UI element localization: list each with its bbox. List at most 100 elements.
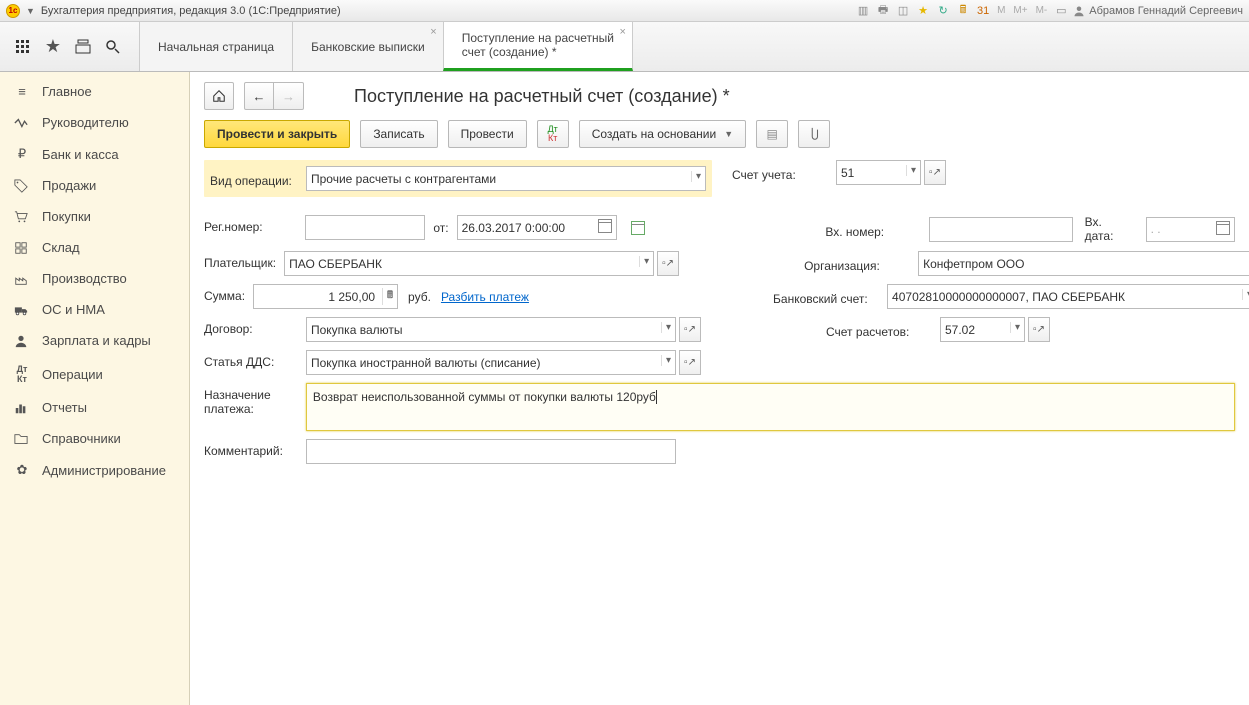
create-based-on-button[interactable]: Создать на основании▼ (579, 120, 746, 148)
org-combo[interactable]: Конфетпром ООО (918, 251, 1249, 276)
dtkt-button[interactable]: ДтКт (537, 120, 569, 148)
in-num-input[interactable] (929, 217, 1073, 242)
expand-button[interactable]: ▫↗ (679, 350, 701, 375)
contract-combo[interactable]: Покупка валюты (306, 317, 676, 342)
content: ← → Поступление на расчетный счет (созда… (190, 72, 1249, 705)
search-icon[interactable] (104, 38, 122, 56)
sidebar-item-assets[interactable]: ОС и НМА (0, 294, 189, 325)
post-and-close-button[interactable]: Провести и закрыть (204, 120, 350, 148)
sidebar-item-label: Зарплата и кадры (42, 333, 151, 348)
in-date-input[interactable]: . . (1146, 217, 1235, 242)
sidebar-item-bank[interactable]: ₽Банк и касса (0, 138, 189, 170)
account-combo[interactable]: 51 (836, 160, 921, 185)
content-header: ← → Поступление на расчетный счет (созда… (204, 82, 1235, 110)
dds-combo[interactable]: Покупка иностранной валюты (списание) (306, 350, 676, 375)
date-label: от: (429, 221, 452, 235)
calendar-icon[interactable]: 31 (975, 3, 991, 19)
star-icon[interactable]: ★ (44, 38, 62, 56)
sidebar-item-admin[interactable]: ✿Администрирование (0, 454, 189, 486)
ruble-icon: ₽ (14, 146, 30, 162)
boxes-icon (14, 241, 30, 255)
settle-acc-combo[interactable]: 57.02 (940, 317, 1025, 342)
m-plus-icon[interactable]: М+ (1011, 5, 1029, 16)
sidebar-item-warehouse[interactable]: Склад (0, 232, 189, 263)
tabbar-controls: ★ (0, 38, 136, 56)
m-minus-icon[interactable]: М- (1034, 5, 1050, 16)
forward-button[interactable]: → (274, 82, 304, 110)
tab-bank-statements[interactable]: Банковские выписки × (292, 22, 444, 71)
org-label: Организация: (804, 254, 914, 273)
comment-input[interactable] (306, 439, 676, 464)
document-icon-button[interactable]: ▤ (756, 120, 788, 148)
split-payment-link[interactable]: Разбить платеж (441, 290, 529, 304)
optype-label: Вид операции: (210, 169, 298, 188)
expand-button[interactable]: ▫↗ (679, 317, 701, 342)
attach-button[interactable] (798, 120, 830, 148)
compare-icon[interactable]: ◫ (895, 3, 911, 19)
form: Вид операции: Прочие расчеты с контраген… (204, 160, 1235, 464)
save-button[interactable]: Записать (360, 120, 437, 148)
regnum-input[interactable] (305, 215, 425, 240)
user-icon (1073, 5, 1085, 17)
payer-combo[interactable]: ПАО СБЕРБАНК (284, 251, 654, 276)
settle-acc-label: Счет расчетов: (826, 320, 936, 339)
sidebar-item-label: Покупки (42, 209, 91, 224)
toolbar: Провести и закрыть Записать Провести ДтК… (204, 120, 1235, 148)
sidebar-item-label: Руководителю (42, 115, 129, 130)
sidebar-item-sales[interactable]: Продажи (0, 170, 189, 201)
sidebar-item-label: Продажи (42, 178, 96, 193)
calculator-icon[interactable]: 🖩 (955, 3, 971, 19)
optype-combo[interactable]: Прочие расчеты с контрагентами (306, 166, 706, 191)
apps-icon[interactable] (14, 38, 32, 56)
sidebar-item-label: Производство (42, 271, 127, 286)
row-contract: Договор: Покупка валюты ▫↗ Счет расчетов… (204, 317, 1235, 342)
sidebar-item-salary[interactable]: Зарплата и кадры (0, 325, 189, 356)
sidebar-item-label: Склад (42, 240, 80, 255)
user-name[interactable]: Абрамов Геннадий Сергеевич (1089, 5, 1243, 17)
m-icon[interactable]: М (995, 5, 1007, 16)
sidebar-item-purchases[interactable]: Покупки (0, 201, 189, 232)
expand-button[interactable]: ▫↗ (657, 251, 679, 276)
factory-icon (14, 272, 30, 286)
calendar-icon[interactable] (1216, 221, 1230, 238)
in-date-label: Вх. дата: (1077, 215, 1142, 243)
in-num-label: Вх. номер: (825, 220, 924, 239)
tab-home[interactable]: Начальная страница (139, 22, 293, 71)
expand-button[interactable]: ▫↗ (924, 160, 946, 185)
bank-acc-combo[interactable]: 40702810000000000007, ПАО СБЕРБАНК (887, 284, 1249, 309)
sum-input[interactable]: 1 250,00 🖩 (253, 284, 398, 309)
document-flag-icon[interactable] (627, 215, 649, 240)
print-preview-icon[interactable]: ▥ (855, 3, 871, 19)
home-button[interactable] (204, 82, 234, 110)
date-input[interactable]: 26.03.2017 0:00:00 (457, 215, 617, 240)
calculator-icon[interactable]: 🖩 (382, 288, 393, 305)
sidebar-item-manager[interactable]: Руководителю (0, 107, 189, 138)
sidebar-item-label: Администрирование (42, 463, 166, 478)
dropdown-icon[interactable]: ▼ (26, 6, 35, 16)
close-icon[interactable]: × (620, 26, 626, 38)
sidebar-item-reports[interactable]: Отчеты (0, 392, 189, 423)
currency-label: руб. (402, 290, 437, 304)
panel-icon[interactable]: ▭ (1053, 3, 1069, 19)
toolbox-icon[interactable] (74, 38, 92, 56)
history-icon[interactable]: ↻ (935, 3, 951, 19)
expand-button[interactable]: ▫↗ (1028, 317, 1050, 342)
sidebar-item-operations[interactable]: ДтКтОперации (0, 356, 189, 392)
back-button[interactable]: ← (244, 82, 274, 110)
favorite-icon[interactable]: ★ (915, 3, 931, 19)
purpose-textarea[interactable]: Возврат неиспользованной суммы от покупк… (306, 383, 1235, 431)
print-icon[interactable]: 🖶 (875, 3, 891, 19)
sidebar-item-catalogs[interactable]: Справочники (0, 423, 189, 454)
sidebar-item-main[interactable]: ≡Главное (0, 76, 189, 107)
close-icon[interactable]: × (430, 26, 436, 38)
tab-receipt[interactable]: Поступление на расчетный счет (создание)… (443, 22, 633, 71)
account-label: Счет учета: (732, 163, 832, 182)
calendar-icon[interactable] (598, 219, 612, 236)
tab-label: Начальная страница (158, 40, 274, 54)
post-button[interactable]: Провести (448, 120, 527, 148)
row-dds: Статья ДДС: Покупка иностранной валюты (… (204, 350, 1235, 375)
cart-icon (14, 210, 30, 224)
contract-label: Договор: (204, 317, 298, 336)
page-title: Поступление на расчетный счет (создание)… (354, 86, 730, 107)
sidebar-item-production[interactable]: Производство (0, 263, 189, 294)
